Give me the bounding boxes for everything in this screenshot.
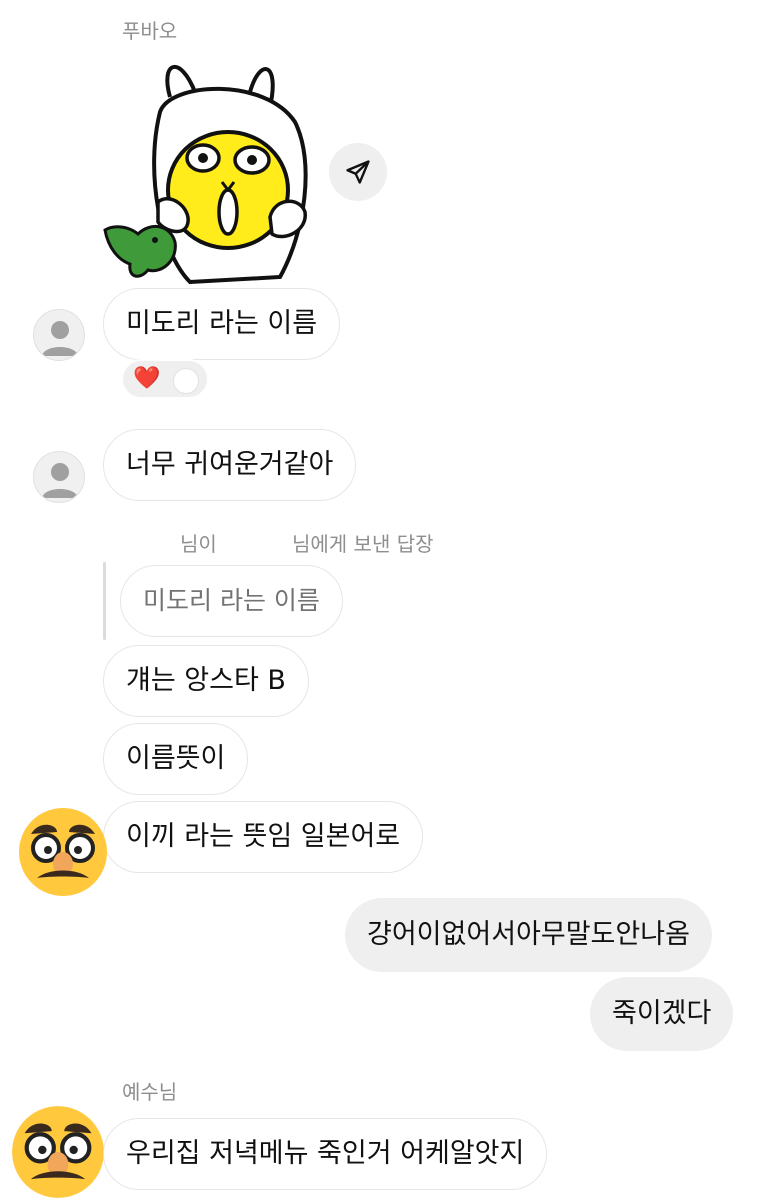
- reply-indicator-line: [103, 562, 106, 640]
- quoted-message[interactable]: 미도리 라는 이름: [120, 565, 343, 637]
- sender-name: 예수님: [122, 1080, 178, 1104]
- message-bubble[interactable]: 걔는 앙스타 B: [103, 645, 309, 717]
- reply-meta-to: 님에게 보낸 답장: [292, 532, 434, 556]
- disguise-face-emoji: [19, 808, 107, 896]
- disguise-face-emoji: [12, 1106, 104, 1198]
- paper-plane-icon: [346, 160, 370, 184]
- avatar[interactable]: [17, 806, 109, 898]
- reply-meta-from: 님이: [180, 532, 217, 556]
- default-user-icon: [42, 321, 78, 356]
- sticker[interactable]: [100, 52, 315, 285]
- message-bubble[interactable]: 미도리 라는 이름: [103, 288, 341, 360]
- avatar[interactable]: [33, 451, 85, 503]
- sticker-image: [103, 65, 308, 285]
- avatar[interactable]: [10, 1104, 106, 1200]
- heart-reaction-icon: ❤️: [133, 366, 161, 391]
- message-bubble[interactable]: 이름뜻이: [103, 723, 249, 795]
- outgoing-message-bubble[interactable]: 죽이겠다: [590, 977, 734, 1051]
- default-user-icon: [42, 463, 78, 498]
- reactor-avatar: [173, 368, 199, 394]
- sender-name: 푸바오: [122, 19, 178, 43]
- message-bubble[interactable]: 너무 귀여운거같아: [103, 429, 357, 501]
- avatar[interactable]: [33, 309, 85, 361]
- message-bubble[interactable]: 이끼 라는 뜻임 일본어로: [103, 801, 424, 873]
- share-button[interactable]: [329, 143, 387, 201]
- outgoing-message-bubble[interactable]: 걍어이없어서아무말도안나옴: [345, 898, 712, 972]
- reaction-pill[interactable]: ❤️: [121, 359, 209, 399]
- message-bubble[interactable]: 우리집 저녁메뉴 죽인거 어케알앗지: [103, 1118, 548, 1190]
